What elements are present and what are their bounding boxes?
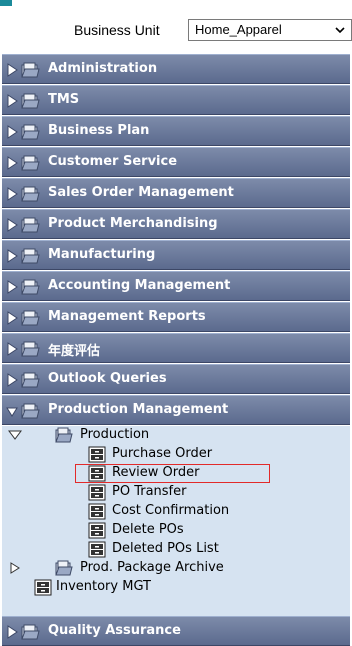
folder-icon — [21, 341, 40, 357]
expand-arrow-icon — [10, 562, 20, 574]
top-strip — [0, 0, 352, 8]
menu-item-label: Sales Order Management — [48, 185, 234, 200]
chevron-down-icon — [335, 27, 345, 34]
expand-arrow-icon — [7, 280, 18, 294]
menu-item-management-reports[interactable]: Management Reports — [2, 302, 350, 332]
submenu-folder-label: Production — [80, 427, 150, 442]
submenu-item-delete-pos[interactable]: Delete POs — [2, 521, 350, 540]
menu-item-annual-evaluation[interactable]: 年度评估 — [2, 333, 350, 363]
expand-arrow-icon — [7, 63, 18, 77]
submenu-item-label: Delete POs — [112, 522, 184, 537]
submenu-item-label: Purchase Order — [112, 446, 213, 461]
submenu-item-label: Review Order — [112, 465, 200, 480]
expand-arrow-icon — [7, 125, 18, 139]
submenu-item-po-transfer[interactable]: PO Transfer — [2, 483, 350, 502]
menu-item-outlook-queries[interactable]: Outlook Queries — [2, 364, 350, 394]
menu-item-product-merchandising[interactable]: Product Merchandising — [2, 209, 350, 239]
menu-item-administration[interactable]: Administration — [2, 54, 350, 84]
submenu-folder-label: Prod. Package Archive — [80, 560, 224, 575]
business-unit-value: Home_Apparel — [195, 22, 282, 37]
menu-item-sales-order-management[interactable]: Sales Order Management — [2, 178, 350, 208]
submenu-item-label: PO Transfer — [112, 484, 187, 499]
menu-item-quality-assurance[interactable]: Quality Assurance — [2, 616, 350, 646]
menu-item-label: Administration — [48, 61, 158, 76]
folder-icon — [21, 248, 40, 264]
expand-arrow-icon — [7, 625, 18, 639]
cabinet-icon — [88, 446, 106, 463]
menu-item-label: Management Reports — [48, 309, 206, 324]
folder-icon — [55, 560, 73, 576]
menu-item-accounting-management[interactable]: Accounting Management — [2, 271, 350, 301]
header-accent — [0, 0, 12, 6]
submenu-folder-prod-package-archive[interactable]: Prod. Package Archive — [2, 559, 350, 578]
submenu-folder-production[interactable]: Production — [2, 426, 350, 445]
menu-item-manufacturing[interactable]: Manufacturing — [2, 240, 350, 270]
folder-icon — [21, 310, 40, 326]
submenu-item-cost-confirmation[interactable]: Cost Confirmation — [2, 502, 350, 521]
business-unit-label: Business Unit — [74, 22, 160, 38]
collapse-arrow-icon — [8, 430, 22, 440]
menu-item-label: Business Plan — [48, 123, 150, 138]
menu-item-production-management[interactable]: Production Management — [2, 395, 350, 425]
cabinet-icon — [88, 503, 106, 520]
submenu-item-label: Inventory MGT — [56, 579, 151, 594]
cabinet-icon — [88, 522, 106, 539]
folder-icon — [21, 62, 40, 78]
menu-item-label: Manufacturing — [48, 247, 156, 262]
expand-arrow-icon — [7, 94, 18, 108]
expand-arrow-icon — [7, 311, 18, 325]
folder-icon — [21, 186, 40, 202]
menu-item-label: Accounting Management — [48, 278, 231, 293]
submenu-item-label: Cost Confirmation — [112, 503, 230, 518]
menu-item-label: Product Merchandising — [48, 216, 218, 231]
production-management-submenu: Production Purchase Order Review Order P… — [2, 426, 350, 620]
folder-icon — [21, 155, 40, 171]
menu-item-label: Outlook Queries — [48, 371, 167, 386]
folder-icon — [21, 217, 40, 233]
expand-arrow-icon — [7, 218, 18, 232]
submenu-item-inventory-mgt[interactable]: Inventory MGT — [2, 578, 350, 597]
cabinet-icon — [34, 579, 52, 596]
cabinet-icon — [88, 484, 106, 501]
folder-open-icon — [21, 403, 40, 419]
navigation-menu: Administration TMS Business Plan Custome… — [2, 54, 350, 646]
expand-arrow-icon — [7, 249, 18, 263]
folder-icon — [21, 372, 40, 388]
expand-arrow-icon — [7, 373, 18, 387]
expand-arrow-icon — [7, 342, 18, 356]
submenu-item-review-order[interactable]: Review Order — [2, 464, 350, 483]
menu-item-business-plan[interactable]: Business Plan — [2, 116, 350, 146]
business-unit-bar: Business Unit Home_Apparel — [0, 8, 352, 52]
folder-icon — [21, 279, 40, 295]
menu-item-label: 年度评估 — [48, 344, 101, 359]
menu-item-label: Customer Service — [48, 154, 178, 169]
folder-icon — [21, 93, 40, 109]
folder-open-icon — [55, 427, 73, 443]
business-unit-select[interactable]: Home_Apparel — [188, 19, 352, 41]
folder-icon — [21, 624, 40, 640]
menu-item-label: Production Management — [48, 402, 229, 417]
submenu-item-deleted-pos-list[interactable]: Deleted POs List — [2, 540, 350, 559]
menu-item-label: Quality Assurance — [48, 623, 181, 638]
expand-arrow-icon — [7, 156, 18, 170]
cabinet-icon — [88, 465, 106, 482]
menu-item-customer-service[interactable]: Customer Service — [2, 147, 350, 177]
cabinet-icon — [88, 541, 106, 558]
submenu-item-label: Deleted POs List — [112, 541, 219, 556]
menu-item-label: TMS — [48, 92, 80, 107]
folder-icon — [21, 124, 40, 140]
submenu-item-purchase-order[interactable]: Purchase Order — [2, 445, 350, 464]
menu-item-tms[interactable]: TMS — [2, 85, 350, 115]
expand-arrow-icon — [7, 187, 18, 201]
collapse-arrow-icon — [6, 407, 18, 417]
